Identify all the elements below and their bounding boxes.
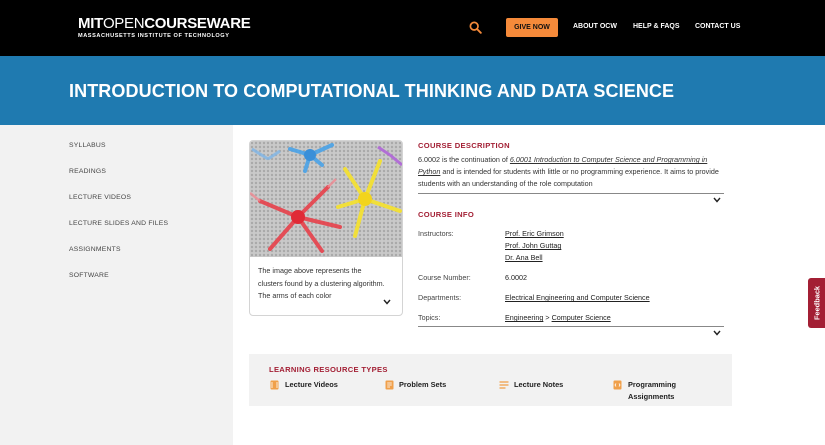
video-icon [270, 380, 279, 390]
divider [418, 193, 724, 194]
top-navigation-bar: MITOPENCOURSEWARE MASSACHUSETTS INSTITUT… [0, 0, 825, 56]
resource-programming-assignments[interactable]: Programming Assignments [628, 379, 676, 402]
topics-value: Engineering > Computer Science [505, 313, 611, 322]
feedback-tab[interactable]: Feedback [808, 278, 825, 328]
instructor-link[interactable]: Dr. Ana Bell [505, 253, 543, 262]
course-sidebar: SYLLABUS READINGS LECTURE VIDEOS LECTURE… [0, 125, 233, 445]
instructor-link[interactable]: Prof. John Guttag [505, 241, 561, 250]
logo-subtitle: MASSACHUSETTS INSTITUTE OF TECHNOLOGY [78, 33, 230, 39]
topic-link[interactable]: Engineering [505, 313, 543, 322]
nav-about-ocw[interactable]: ABOUT OCW [573, 23, 617, 30]
search-icon[interactable] [469, 21, 482, 34]
chevron-down-icon[interactable] [383, 299, 391, 305]
instructor-link[interactable]: Prof. Eric Grimson [505, 229, 564, 238]
topics-label: Topics: [418, 313, 441, 322]
course-cluster-image [250, 141, 402, 257]
chevron-down-icon[interactable] [713, 197, 721, 203]
mit-ocw-logo[interactable]: MITOPENCOURSEWARE MASSACHUSETTS INSTITUT… [78, 15, 251, 39]
resource-problem-sets[interactable]: Problem Sets [399, 379, 446, 391]
instructors-label: Instructors: [418, 229, 454, 238]
course-description-text: 6.0002 is the continuation of 6.0001 Int… [418, 155, 719, 188]
chevron-down-icon[interactable] [713, 330, 721, 336]
course-number-value: 6.0002 [505, 273, 527, 282]
sidebar-item-lecture-slides[interactable]: LECTURE SLIDES AND FILES [69, 220, 168, 227]
sidebar-item-software[interactable]: SOFTWARE [69, 272, 109, 279]
resource-lecture-notes[interactable]: Lecture Notes [514, 379, 563, 391]
nav-contact-us[interactable]: CONTACT US [695, 23, 740, 30]
learning-resource-types: LEARNING RESOURCE TYPES Lecture Videos P… [249, 354, 732, 406]
course-number-label: Course Number: [418, 273, 471, 282]
course-info-heading: COURSE INFO [418, 210, 475, 219]
notes-icon [499, 381, 509, 389]
course-description-heading: COURSE DESCRIPTION [418, 141, 510, 150]
page-title: INTRODUCTION TO COMPUTATIONAL THINKING A… [69, 81, 675, 101]
programming-icon [613, 380, 622, 390]
departments-label: Departments: [418, 293, 462, 302]
image-caption: The image above represents the clusters … [258, 266, 385, 301]
give-now-button[interactable]: GIVE NOW [506, 18, 558, 37]
nav-help-faqs[interactable]: HELP & FAQS [633, 23, 680, 30]
sidebar-item-syllabus[interactable]: SYLLABUS [69, 142, 106, 149]
problem-set-icon [385, 380, 394, 390]
divider [418, 326, 724, 327]
course-image-card: The image above represents the clusters … [249, 140, 403, 316]
sidebar-item-readings[interactable]: READINGS [69, 168, 106, 175]
sidebar-item-assignments[interactable]: ASSIGNMENTS [69, 246, 121, 253]
topic-link[interactable]: Computer Science [552, 313, 611, 322]
logo-wordmark: MITOPENCOURSEWARE [78, 15, 251, 32]
sidebar-item-lecture-videos[interactable]: LECTURE VIDEOS [69, 194, 131, 201]
resource-lecture-videos[interactable]: Lecture Videos [285, 379, 338, 391]
department-link[interactable]: Electrical Engineering and Computer Scie… [505, 293, 650, 302]
learning-resource-types-heading: LEARNING RESOURCE TYPES [269, 365, 388, 374]
